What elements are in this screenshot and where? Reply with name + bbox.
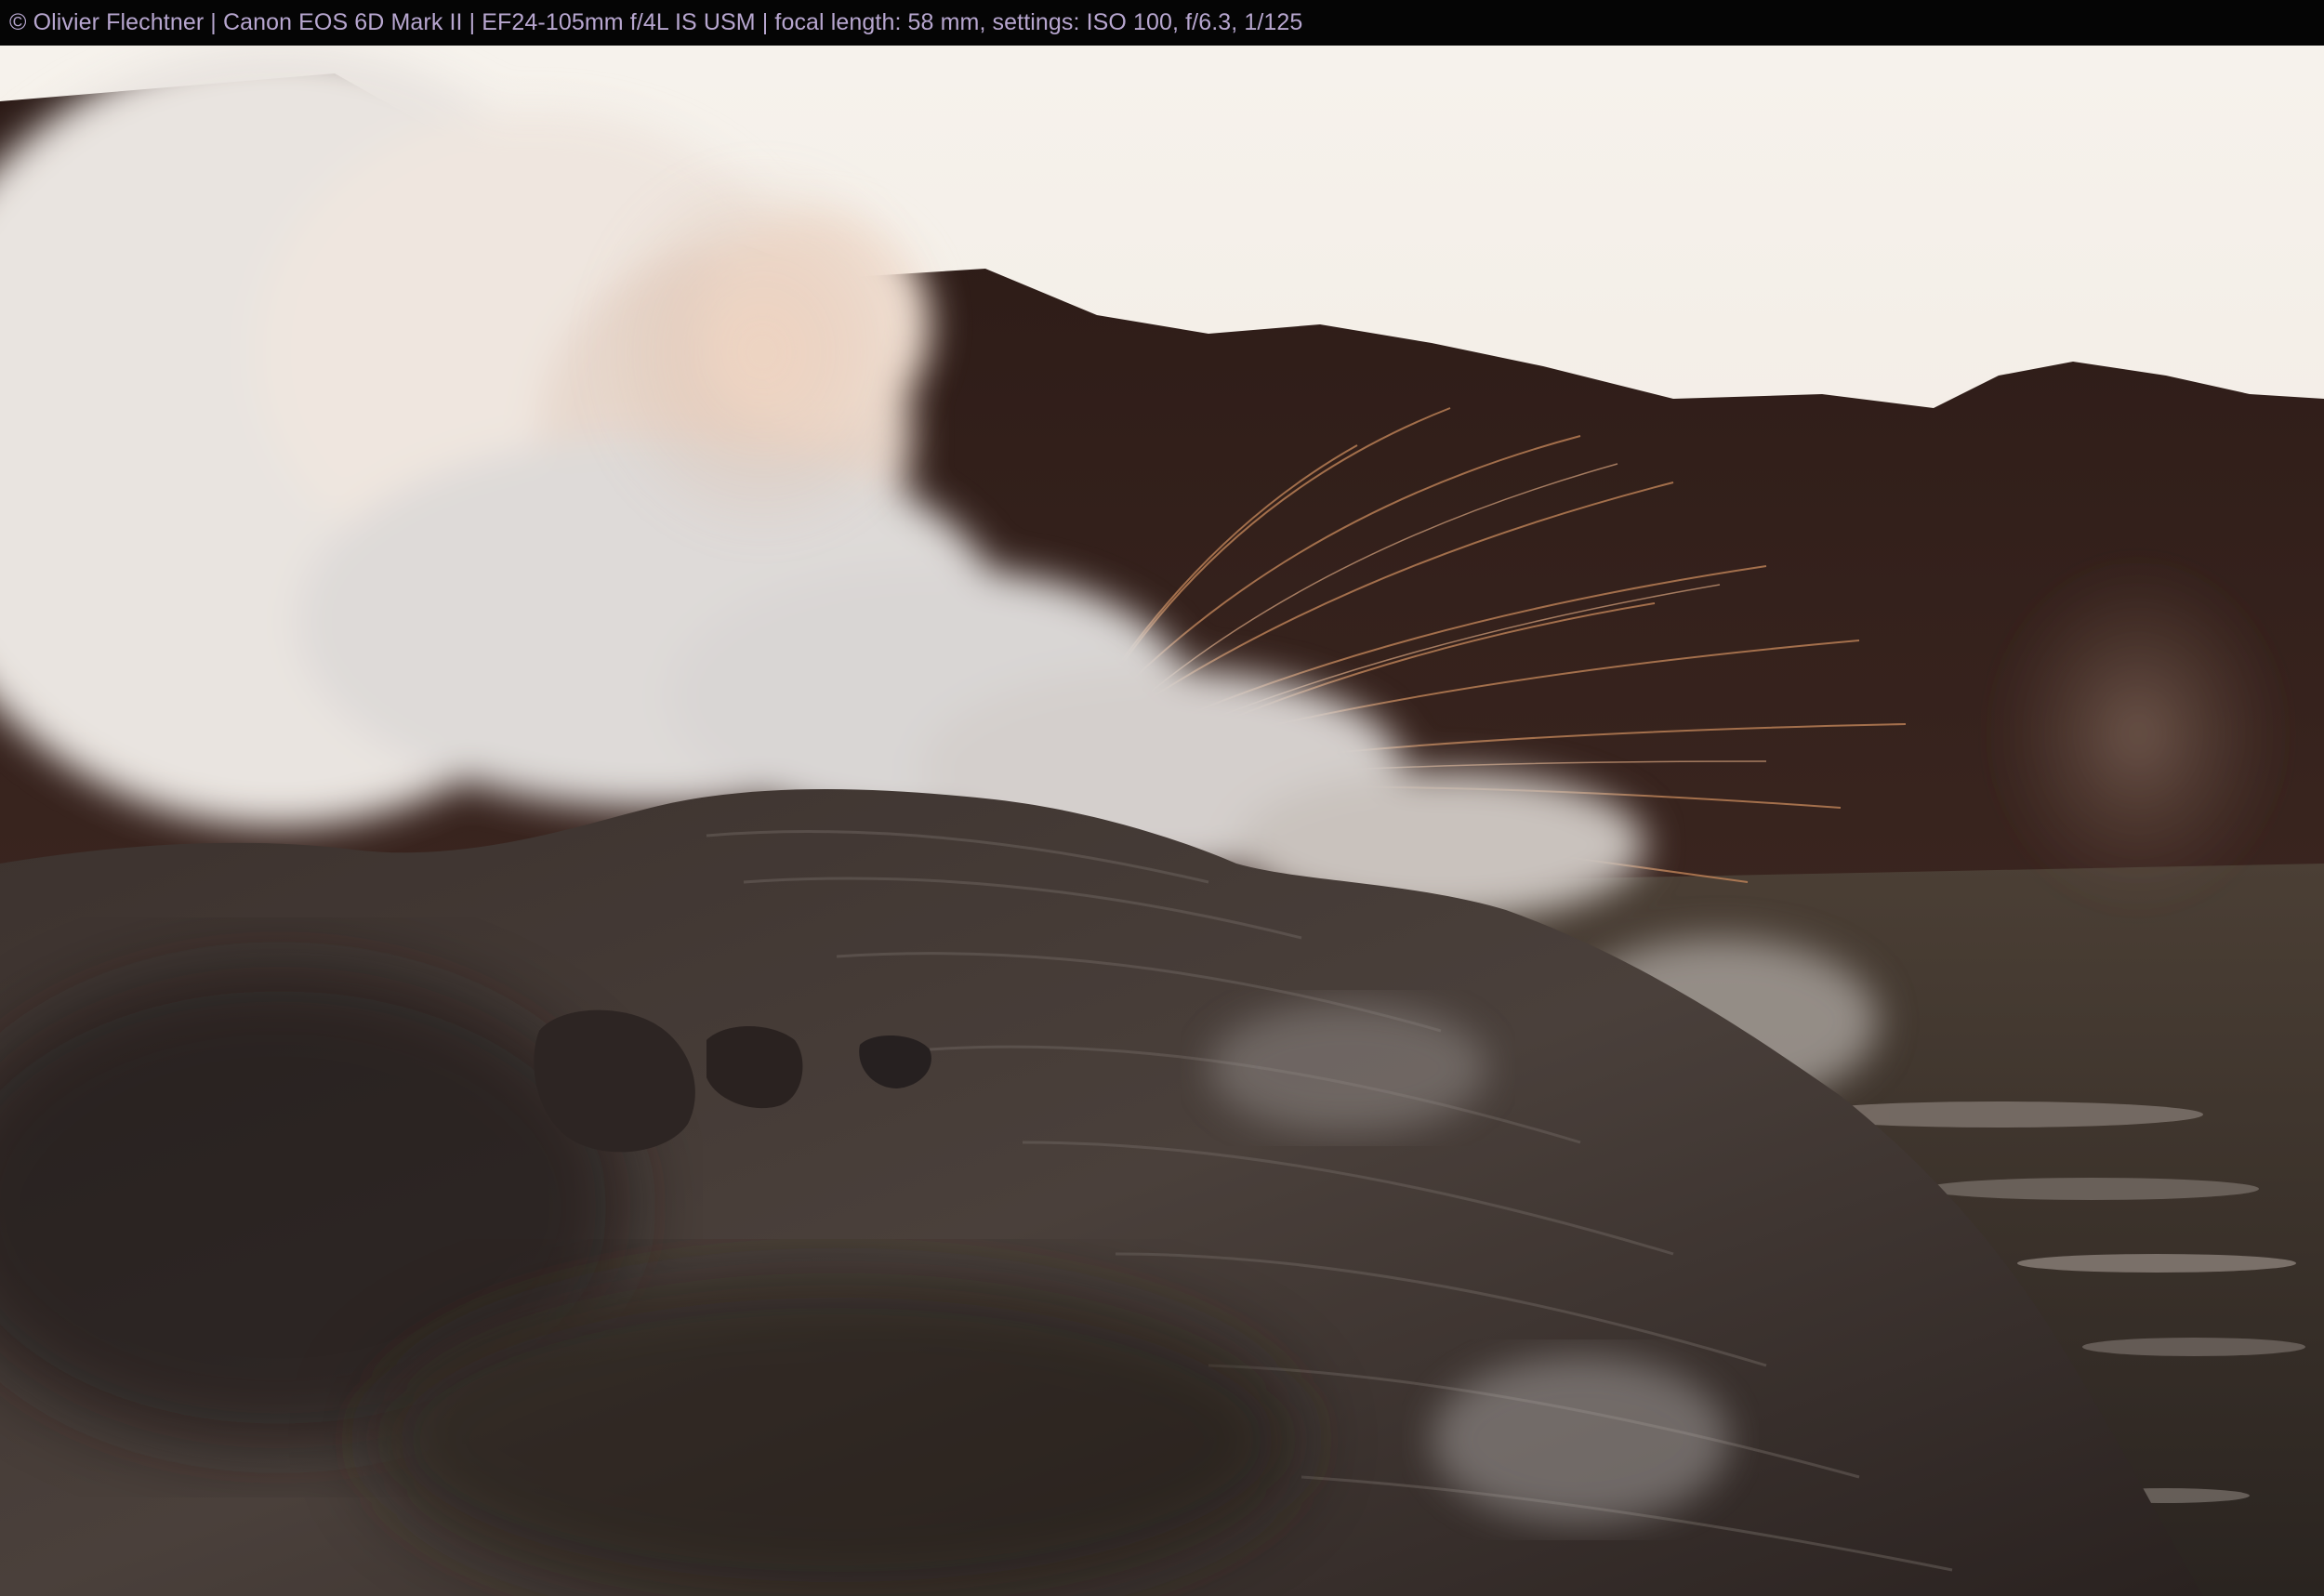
warm-steam-glow [595, 166, 930, 538]
photo-credit-caption: © Olivier Flechtner | Canon EOS 6D Mark … [9, 9, 1303, 35]
geyser-photo-illustration [0, 46, 2324, 1596]
geyser-photo [0, 46, 2324, 1596]
distant-steam [1989, 557, 2287, 910]
caption-bar: © Olivier Flechtner | Canon EOS 6D Mark … [0, 0, 2324, 46]
photo-viewer: © Olivier Flechtner | Canon EOS 6D Mark … [0, 0, 2324, 1596]
